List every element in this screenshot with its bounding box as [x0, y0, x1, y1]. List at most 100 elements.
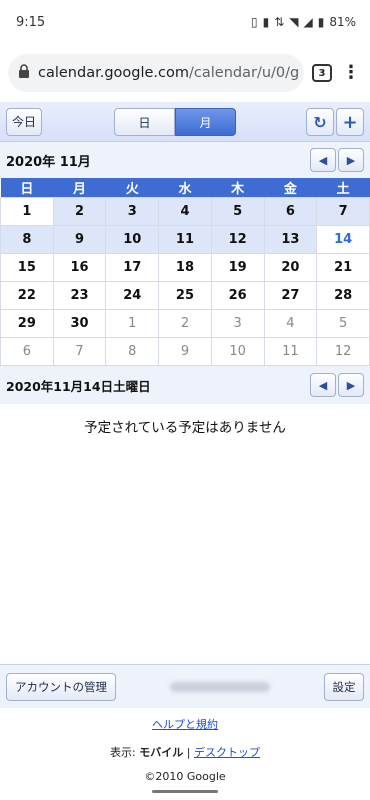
day-cell[interactable]: 9	[52, 225, 107, 254]
weekday-sun: 日	[0, 178, 54, 198]
day-cell[interactable]: 16	[52, 253, 107, 282]
day-cell[interactable]: 24	[105, 281, 160, 310]
month-nav: ◀ ▶	[310, 148, 364, 172]
today-button[interactable]: 今日	[6, 107, 42, 136]
day-cell[interactable]: 20	[263, 253, 318, 282]
day-cell-next-month[interactable]: 7	[52, 337, 107, 366]
day-cell-next-month[interactable]: 3	[210, 309, 265, 338]
blurred-email	[170, 681, 270, 692]
more-menu-icon[interactable]: ⋮	[340, 64, 362, 82]
day-cell[interactable]: 18	[158, 253, 212, 282]
weekday-header-row: 日 月 火 水 木 金 土	[0, 178, 370, 198]
next-month-button[interactable]: ▶	[338, 148, 364, 172]
day-cell[interactable]: 29	[0, 309, 54, 338]
day-cell-next-month[interactable]: 12	[316, 337, 370, 366]
day-cell[interactable]: 19	[210, 253, 265, 282]
vibrate-icon: ▮	[262, 15, 270, 29]
day-cell[interactable]: 30	[52, 309, 107, 338]
day-cell-next-month[interactable]: 6	[0, 337, 54, 366]
refresh-icon[interactable]: ↻	[306, 108, 334, 136]
day-cell[interactable]: 23	[52, 281, 107, 310]
view-mobile: モバイル	[139, 746, 184, 759]
status-icons: ▯ ▮ ⇅ ◥ ◢ ▮ 81%	[251, 15, 356, 29]
day-cell[interactable]: 21	[316, 253, 370, 282]
calendar-toolbar: 今日 日 月 ↻ +	[0, 102, 370, 142]
day-nav: ◀ ▶	[310, 373, 364, 397]
plus-icon[interactable]: +	[336, 108, 364, 136]
day-cell[interactable]: 6	[263, 197, 318, 226]
url-domain: calendar.google.com	[38, 65, 190, 81]
week-row: 1 2 3 4 5 6 7	[0, 197, 370, 226]
manage-account-button[interactable]: アカウントの管理	[6, 672, 116, 701]
day-view-button[interactable]: 日	[114, 108, 175, 136]
day-cell[interactable]: 28	[316, 281, 370, 310]
nfc-icon: ▯	[250, 15, 258, 29]
battery-level: 81%	[329, 15, 356, 29]
address-bar[interactable]: calendar.google.com/calendar/u/0/g	[8, 54, 304, 92]
status-time: 9:15	[16, 14, 46, 30]
view-mode-line: 表示: モバイル | デスクトップ	[0, 744, 370, 760]
day-cell-next-month[interactable]: 11	[263, 337, 318, 366]
month-title: 2020年 11月	[6, 154, 91, 170]
weekday-wed: 水	[158, 178, 212, 198]
view-prefix: 表示:	[110, 746, 136, 759]
url-path: /calendar/u/0/g	[189, 65, 300, 81]
day-cell[interactable]: 1	[0, 197, 54, 226]
account-bar: アカウントの管理 設定	[0, 664, 370, 708]
next-day-button[interactable]: ▶	[338, 373, 364, 397]
weekday-mon: 月	[53, 178, 106, 198]
day-header: 2020年11月14日土曜日 ◀ ▶	[0, 366, 370, 404]
signal-icon: ◢	[303, 15, 313, 29]
week-row: 22 23 24 25 26 27 28	[0, 281, 370, 310]
day-cell-next-month[interactable]: 5	[316, 309, 370, 338]
day-cell[interactable]: 5	[210, 197, 265, 226]
prev-day-button[interactable]: ◀	[310, 373, 336, 397]
month-view-button[interactable]: 月	[175, 108, 236, 136]
lock-icon	[18, 64, 30, 82]
day-cell[interactable]: 3	[105, 197, 160, 226]
day-cell[interactable]: 7	[316, 197, 370, 226]
week-row: 8 9 10 11 12 13 14	[0, 225, 370, 254]
data-icon: ⇅	[274, 15, 285, 29]
day-cell[interactable]: 11	[158, 225, 212, 254]
gesture-home-bar[interactable]	[152, 790, 218, 793]
settings-button[interactable]: 設定	[324, 672, 364, 701]
help-terms-link[interactable]: ヘルプと規約	[152, 718, 218, 731]
day-cell[interactable]: 2	[52, 197, 107, 226]
day-cell-next-month[interactable]: 2	[158, 309, 212, 338]
day-cell-next-month[interactable]: 1	[105, 309, 160, 338]
selected-day-cell[interactable]: 14	[316, 225, 370, 254]
day-cell[interactable]: 4	[158, 197, 212, 226]
battery-icon: ▮	[317, 15, 325, 29]
desktop-view-link[interactable]: デスクトップ	[194, 746, 260, 759]
weekday-fri: 金	[264, 178, 317, 198]
day-cell[interactable]: 13	[263, 225, 318, 254]
day-cell[interactable]: 25	[158, 281, 212, 310]
weekday-sat: 土	[316, 178, 370, 198]
wifi-icon: ◥	[289, 15, 299, 29]
day-cell[interactable]: 27	[263, 281, 318, 310]
day-cell-next-month[interactable]: 8	[105, 337, 160, 366]
prev-month-button[interactable]: ◀	[310, 148, 336, 172]
day-cell[interactable]: 15	[0, 253, 54, 282]
no-events-message: 予定されている予定はありません	[84, 420, 286, 436]
day-cell-next-month[interactable]: 4	[263, 309, 318, 338]
weekday-thu: 木	[211, 178, 265, 198]
month-header: 2020年 11月 ◀ ▶	[0, 142, 370, 178]
week-row: 6 7 8 9 10 11 12	[0, 337, 370, 366]
day-cell-next-month[interactable]: 10	[210, 337, 265, 366]
browser-url-row: calendar.google.com/calendar/u/0/g 3 ⋮	[0, 44, 370, 102]
month-grid: 日 月 火 水 木 金 土 1 2 3 4 5 6 7 8 9 10 11 12…	[0, 178, 370, 366]
weekday-tue: 火	[105, 178, 159, 198]
week-row: 15 16 17 18 19 20 21	[0, 253, 370, 282]
day-cell[interactable]: 10	[105, 225, 160, 254]
day-cell[interactable]: 26	[210, 281, 265, 310]
view-switcher: 日 月	[114, 108, 236, 136]
status-bar: 9:15 ▯ ▮ ⇅ ◥ ◢ ▮ 81%	[0, 0, 370, 44]
day-cell[interactable]: 8	[0, 225, 54, 254]
day-cell[interactable]: 17	[105, 253, 160, 282]
day-cell-next-month[interactable]: 9	[158, 337, 212, 366]
tab-switcher-button[interactable]: 3	[312, 64, 332, 82]
day-cell[interactable]: 22	[0, 281, 54, 310]
day-cell[interactable]: 12	[210, 225, 265, 254]
